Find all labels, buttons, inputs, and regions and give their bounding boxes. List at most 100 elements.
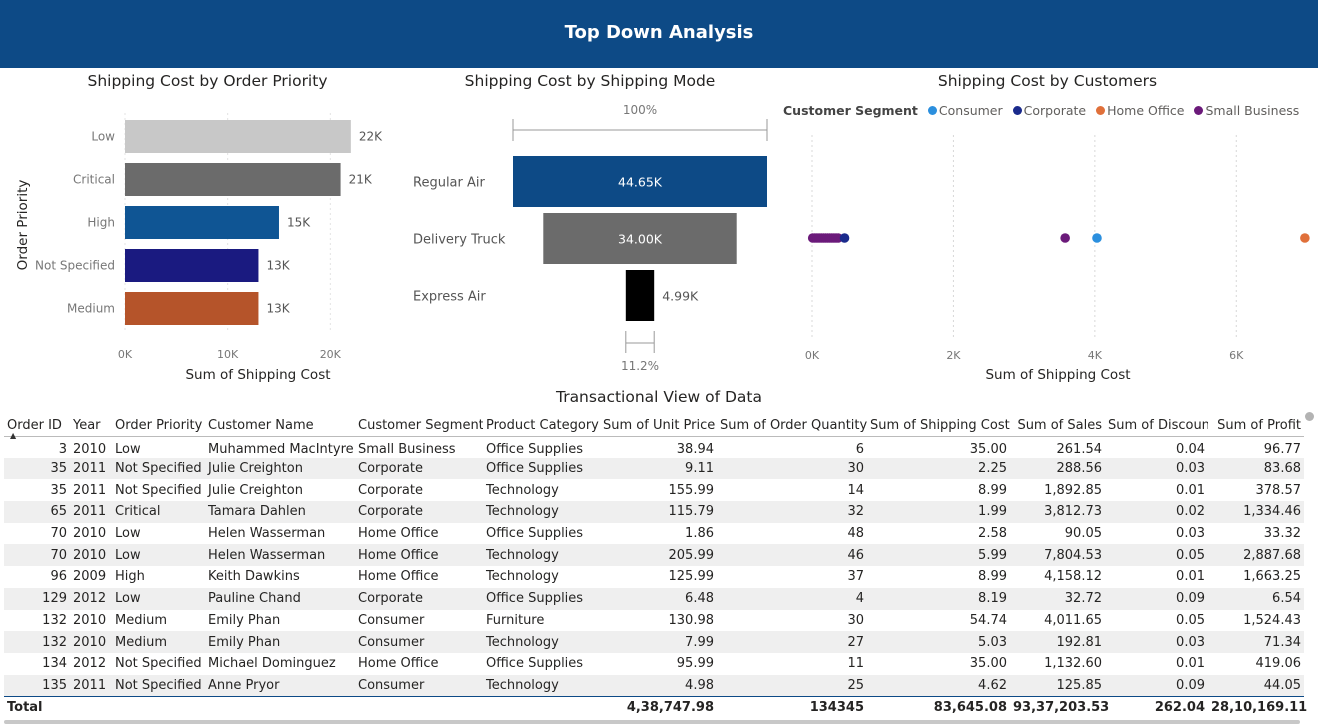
table-cell: 4,011.65 [1044, 612, 1102, 628]
table-cell: 129 [4, 587, 70, 610]
table-cell: 4.62 [867, 674, 1010, 697]
table-cell: Office Supplies [486, 526, 584, 542]
sort-ascending-icon[interactable]: ▲ [10, 431, 16, 440]
column-header[interactable]: Year [70, 410, 112, 437]
table-cell: 115.79 [600, 501, 717, 523]
table-row[interactable]: 132 2010 Medium Emily Phan Consumer Technolog… [4, 631, 1304, 653]
bar[interactable] [125, 206, 279, 239]
table-cell: 35 [4, 457, 70, 480]
column-header[interactable]: Sum of Sales [1010, 410, 1105, 437]
table-cell: 3,812.73 [1010, 501, 1105, 523]
column-header[interactable]: Product Category [483, 410, 600, 437]
bar[interactable] [125, 292, 259, 325]
scroll-indicator[interactable] [1305, 412, 1314, 421]
table-cell: 11 [847, 656, 864, 672]
table-cell: 288.56 [1010, 457, 1105, 480]
table-cell: 2,887.68 [1208, 544, 1304, 567]
table-cell: 35.00 [969, 656, 1007, 672]
table-cell: 9.11 [600, 457, 717, 480]
table-cell: 0.09 [1105, 587, 1208, 610]
table-cell: Office Supplies [486, 441, 584, 457]
scatter-point[interactable] [1300, 233, 1310, 243]
table-row[interactable]: 132 2010 Medium Emily Phan Consumer Furniture… [4, 610, 1304, 632]
legend-item-small-business[interactable]: Small Business [1194, 103, 1299, 118]
table-cell: 0.05 [1105, 544, 1208, 567]
column-header[interactable]: Sum of Order Quantity [717, 410, 867, 437]
funnel-bar[interactable] [625, 270, 655, 321]
table-cell: Home Office [358, 656, 439, 672]
bar[interactable] [125, 249, 259, 282]
total-cell: 134345 [717, 695, 867, 719]
category-label: High [87, 216, 115, 230]
table-cell: Corporate [355, 587, 483, 610]
table-row[interactable]: 129 2012 Low Pauline Chand Corporate Office S… [4, 587, 1304, 610]
table-cell: 0.03 [1176, 526, 1205, 542]
data-label: 4.99K [662, 289, 699, 304]
legend-dot-icon [1096, 106, 1106, 115]
table-row[interactable]: 96 2009 High Keith Dawkins Home Office Techno… [4, 566, 1304, 588]
customers-chart-title: Shipping Cost by Customers [937, 72, 1158, 90]
data-label: 21K [349, 173, 373, 187]
table-row[interactable]: 65 2011 Critical Tamara Dahlen Corporate Tech… [4, 501, 1304, 523]
table-cell: Home Office [355, 544, 483, 567]
total-cell: 93,37,203.53 [1010, 695, 1109, 719]
table-row[interactable]: 3 2010 Low Muhammed MacIntyre Small Business… [4, 436, 1304, 458]
table-cell: 192.81 [1010, 631, 1105, 653]
table-row[interactable]: 35 2011 Not Specified Julie Creighton Corpor… [4, 479, 1304, 501]
table-cell: 4,158.12 [1044, 569, 1102, 585]
table-cell: Critical [112, 501, 205, 523]
total-cell [70, 695, 112, 719]
table-cell: Medium [115, 612, 167, 628]
column-header[interactable]: Sum of Profit [1208, 410, 1304, 437]
horizontal-scrollbar[interactable] [4, 720, 1300, 724]
table-cell: Tamara Dahlen [205, 501, 355, 523]
table-cell: 32 [717, 501, 867, 523]
category-label: Not Specified [35, 259, 115, 273]
table-cell: Helen Wasserman [205, 544, 355, 567]
column-header[interactable]: Order Priority [112, 410, 205, 437]
table-cell: 378.57 [1255, 482, 1302, 498]
table-cell: Small Business [358, 441, 456, 457]
priority-bar-chart[interactable]: 0K 10K 20K Low 22K Critical 21K High 15K Not Spec… [0, 95, 400, 390]
table-row[interactable]: 70 2010 Low Helen Wasserman Home Office Offic… [4, 523, 1304, 545]
table-cell: 2011 [73, 482, 107, 498]
table-cell: Corporate [358, 482, 423, 498]
funnel-top-percent: 100% [623, 103, 657, 117]
table-row[interactable]: 70 2010 Low Helen Wasserman Home Office Techn… [4, 544, 1304, 567]
legend-item-home-office[interactable]: Home Office [1096, 103, 1184, 118]
legend-item-consumer[interactable]: Consumer [927, 103, 1003, 118]
transaction-table[interactable]: Order ID Year Order Priority Customer Name C… [4, 410, 1307, 719]
table-cell: Anne Pryor [205, 674, 355, 697]
scatter-point[interactable] [1092, 233, 1102, 243]
table-cell: 8.99 [978, 482, 1007, 498]
bar[interactable] [125, 163, 341, 196]
table-cell: 0.04 [1176, 441, 1205, 457]
table-row[interactable]: 135 2011 Not Specified Anne Pryor Consumer Te… [4, 674, 1304, 697]
scatter-point[interactable] [1060, 233, 1070, 243]
table-cell: 130.98 [668, 612, 715, 628]
table-cell: 4.98 [600, 674, 717, 697]
column-header[interactable]: Customer Segment [355, 410, 483, 437]
column-header[interactable]: Sum of Shipping Cost [867, 410, 1010, 437]
table-cell: 25 [717, 674, 867, 697]
table-cell: Home Office [358, 569, 439, 585]
column-header[interactable]: Customer Name [205, 410, 355, 437]
table-cell: 125.85 [1010, 674, 1105, 697]
table-row[interactable]: 134 2012 Not Specified Michael Dominguez Hom… [4, 653, 1304, 675]
table-cell: 7.99 [600, 631, 717, 653]
x-tick-label: 10K [217, 348, 239, 361]
legend-item-corporate[interactable]: Corporate [1012, 103, 1086, 118]
bar[interactable] [125, 120, 351, 153]
shipping-mode-funnel[interactable]: 100% Regular Air 44.65K Delivery Truck 34.00… [400, 95, 780, 385]
table-cell: Technology [486, 569, 559, 585]
table-cell: Consumer [355, 631, 483, 653]
customers-scatter-chart[interactable]: 0K 2K 4K 6K Sum of Shipping Cost [780, 125, 1318, 390]
column-header[interactable]: Sum of Discount [1105, 410, 1208, 437]
report-title: Top Down Analysis [564, 22, 754, 43]
table-row[interactable]: 35 2011 Not Specified Julie Creighton Corpor… [4, 457, 1304, 480]
table-cell: Office Supplies [483, 457, 600, 480]
column-header[interactable]: Sum of Unit Price [600, 410, 717, 437]
scatter-point[interactable] [839, 233, 850, 243]
table-cell: 38.94 [676, 441, 714, 457]
table-cell: 132 [42, 612, 67, 628]
